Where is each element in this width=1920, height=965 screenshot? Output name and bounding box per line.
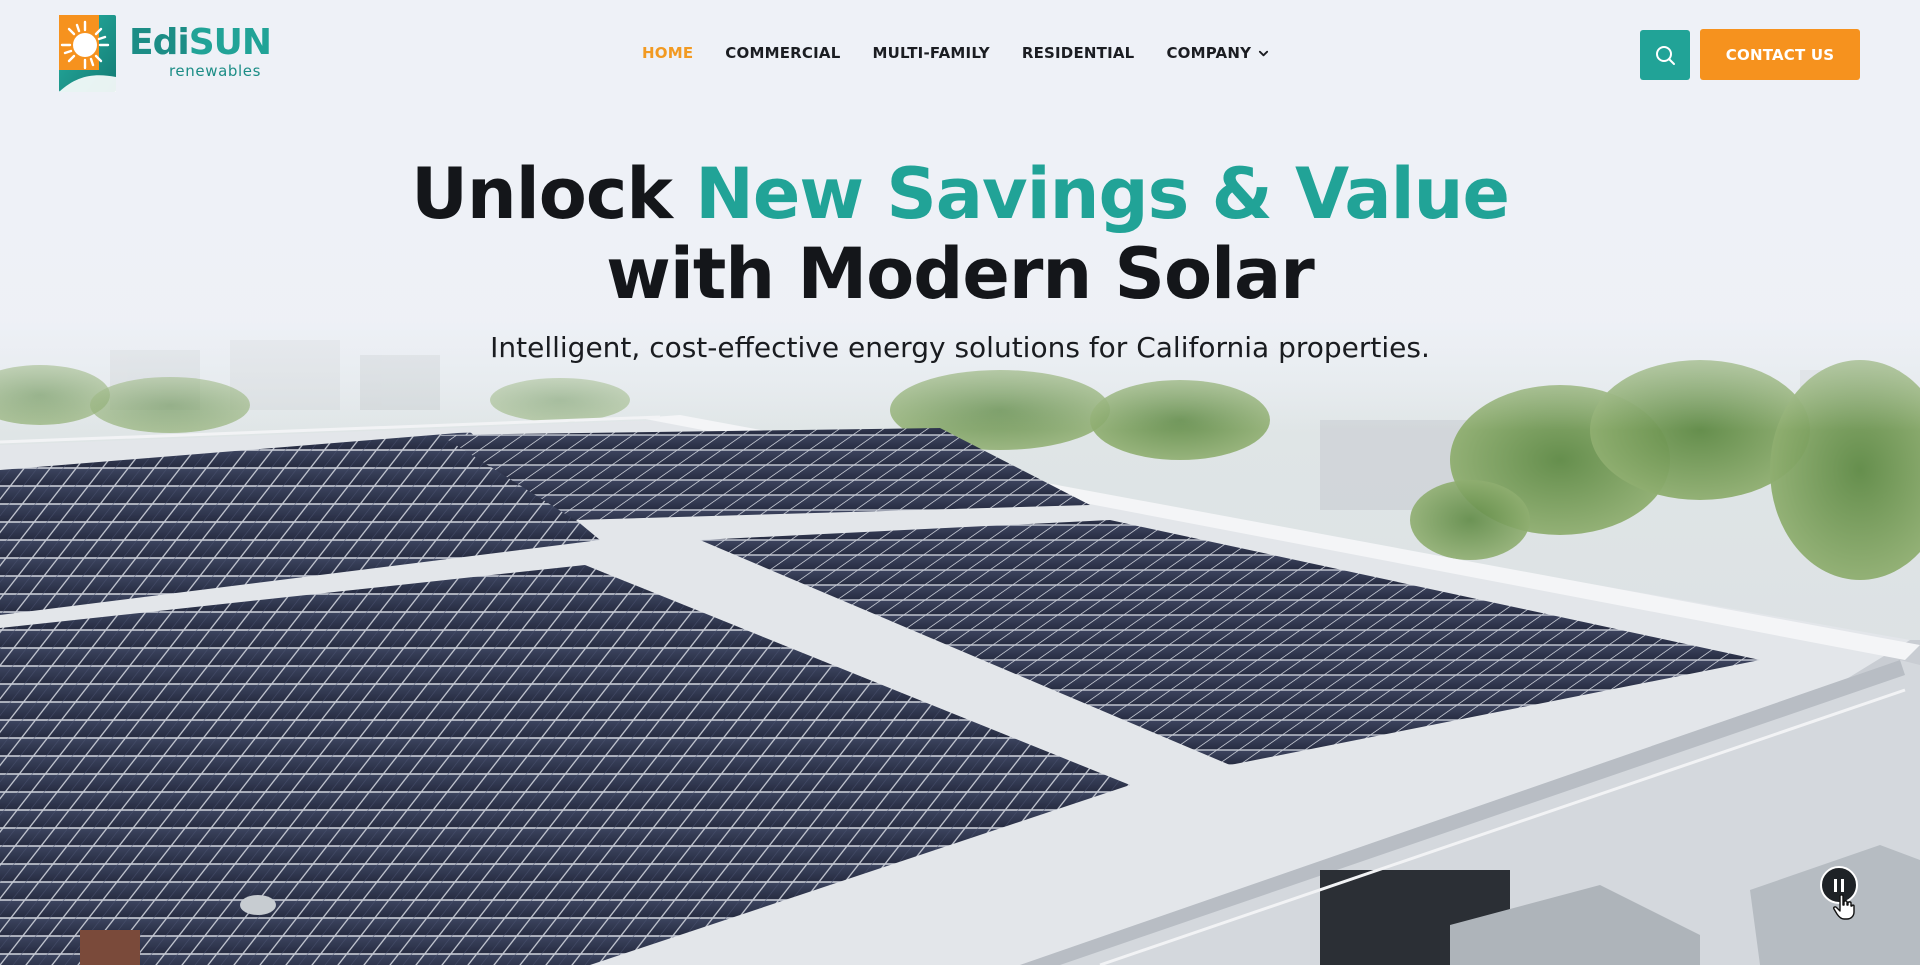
chevron-down-icon: [1259, 50, 1269, 56]
main-navigation: HOME COMMERCIAL MULTI-FAMILY RESIDENTIAL…: [642, 44, 1269, 62]
search-button[interactable]: [1640, 30, 1690, 80]
brand-tagline: renewables: [169, 62, 261, 80]
search-icon: [1656, 46, 1675, 65]
headline-line2: with Modern Solar: [606, 233, 1315, 315]
hero-headline: Unlock New Savings & Value with Modern S…: [0, 154, 1920, 314]
hero-subheadline: Intelligent, cost-effective energy solut…: [490, 331, 1430, 364]
contact-us-button[interactable]: CONTACT US: [1700, 29, 1860, 80]
site-header: EdiSUN renewables HOME COMMERCIAL MULTI-…: [0, 0, 1920, 110]
brand-logo[interactable]: EdiSUN renewables: [59, 15, 272, 95]
pause-icon-bar: [1841, 878, 1844, 892]
nav-item-commercial[interactable]: COMMERCIAL: [725, 44, 840, 62]
hero-background-image: [0, 0, 1920, 965]
headline-part1: Unlock: [411, 153, 696, 235]
nav-item-home[interactable]: HOME: [642, 44, 693, 62]
headline-highlight: New Savings & Value: [695, 153, 1510, 235]
nav-item-company[interactable]: COMPANY: [1166, 44, 1269, 62]
brand-name: EdiSUN: [129, 22, 272, 63]
pause-icon: [1834, 878, 1837, 892]
hand-cursor-icon: [1833, 894, 1855, 920]
sun-logo-icon: [59, 15, 116, 92]
nav-item-multi-family[interactable]: MULTI-FAMILY: [872, 44, 989, 62]
nav-item-residential[interactable]: RESIDENTIAL: [1022, 44, 1135, 62]
